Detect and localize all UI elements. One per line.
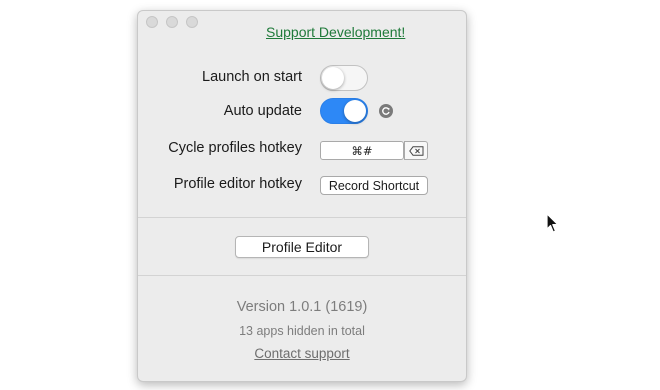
clear-shortcut-button[interactable] [404, 141, 428, 160]
version-label: Version 1.0.1 (1619) [236, 299, 368, 315]
zoom-window-button[interactable] [186, 16, 198, 28]
minimize-window-button[interactable] [166, 16, 178, 28]
auto-update-toggle[interactable] [320, 98, 368, 124]
auto-update-label: Auto update [223, 103, 302, 119]
cycle-profiles-hotkey-label: Cycle profiles hotkey [168, 140, 302, 156]
close-window-button[interactable] [146, 16, 158, 28]
profile-editor-button[interactable]: Profile Editor [235, 236, 369, 258]
launch-on-start-label: Launch on start [202, 69, 302, 85]
launch-on-start-toggle[interactable] [320, 65, 368, 91]
toggle-knob [322, 67, 344, 89]
support-development-link[interactable]: Support Development! [266, 24, 405, 40]
record-shortcut-button[interactable]: Record Shortcut [320, 176, 428, 195]
clear-shortcut-icon [408, 145, 423, 156]
divider [138, 275, 466, 276]
divider [138, 217, 466, 218]
apps-hidden-count: 13 apps hidden in total [239, 324, 365, 338]
cycle-profiles-hotkey-field[interactable]: ⌘# [320, 141, 404, 160]
preferences-window: Support Development! Launch on start Aut… [137, 10, 467, 382]
profile-editor-hotkey-label: Profile editor hotkey [173, 176, 302, 192]
refresh-icon[interactable] [379, 104, 393, 118]
window-controls [146, 16, 198, 28]
contact-support-link[interactable]: Contact support [254, 346, 349, 361]
toggle-knob [344, 100, 366, 122]
mouse-pointer-icon [546, 213, 559, 233]
contact-support-container: Contact support [138, 346, 466, 361]
